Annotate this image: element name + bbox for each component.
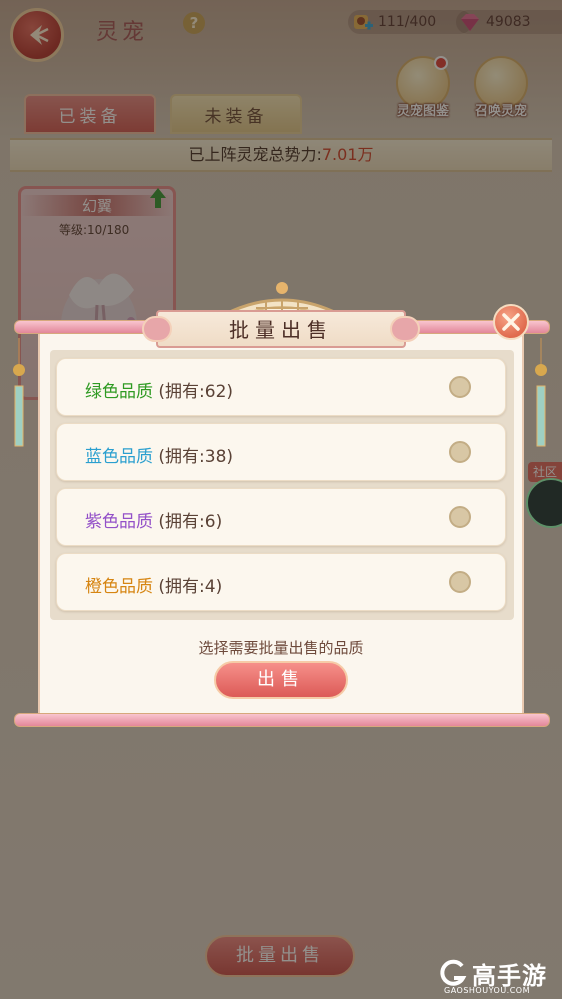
watermark-url: GAOSHOUYOU.COM (444, 986, 531, 995)
tassel-right (535, 338, 547, 447)
quality-name-blue: 蓝色品质 (85, 447, 153, 467)
radio-orange[interactable] (449, 571, 471, 593)
radio-purple[interactable] (449, 506, 471, 528)
batch-sell-dialog: 批量出售 绿色品质 (拥有:62) 蓝色品质 (拥有:38) 紫色品质 (拥有:… (0, 0, 562, 999)
quality-option-green[interactable]: 绿色品质 (拥有:62) (56, 358, 506, 416)
tassel-left (13, 338, 25, 447)
quality-text: 紫色品质 (拥有:6) (85, 507, 222, 532)
owned-count-blue: (拥有:38) (153, 447, 234, 467)
quality-text: 橙色品质 (拥有:4) (85, 572, 222, 597)
quality-option-blue[interactable]: 蓝色品质 (拥有:38) (56, 423, 506, 481)
quality-option-orange[interactable]: 橙色品质 (拥有:4) (56, 553, 506, 611)
close-icon (502, 313, 520, 331)
radio-blue[interactable] (449, 441, 471, 463)
quality-text: 蓝色品质 (拥有:38) (85, 442, 233, 467)
quality-name-purple: 紫色品质 (85, 512, 153, 532)
scroll-rod-bottom (14, 713, 550, 727)
owned-count-green: (拥有:62) (153, 382, 234, 402)
quality-option-purple[interactable]: 紫色品质 (拥有:6) (56, 488, 506, 546)
sell-button[interactable]: 出售 (214, 661, 348, 699)
owned-count-orange: (拥有:4) (153, 577, 223, 597)
watermark-logo-icon (440, 959, 467, 986)
owned-count-purple: (拥有:6) (153, 512, 223, 532)
quality-text: 绿色品质 (拥有:62) (85, 377, 233, 402)
plaque-end-right (390, 316, 420, 342)
radio-green[interactable] (449, 376, 471, 398)
selection-hint: 选择需要批量出售的品质 (198, 639, 364, 657)
close-button[interactable] (493, 304, 529, 340)
quality-options-panel: 绿色品质 (拥有:62) 蓝色品质 (拥有:38) 紫色品质 (拥有:6) 橙色… (50, 350, 514, 620)
plaque-end-left (142, 316, 172, 342)
quality-name-green: 绿色品质 (85, 382, 153, 402)
dialog-title: 批量出售 (229, 318, 333, 342)
dialog-title-plaque: 批量出售 (142, 310, 420, 348)
watermark: 高手游 GAOSHOUYOU.COM (438, 958, 562, 999)
quality-name-orange: 橙色品质 (85, 577, 153, 597)
